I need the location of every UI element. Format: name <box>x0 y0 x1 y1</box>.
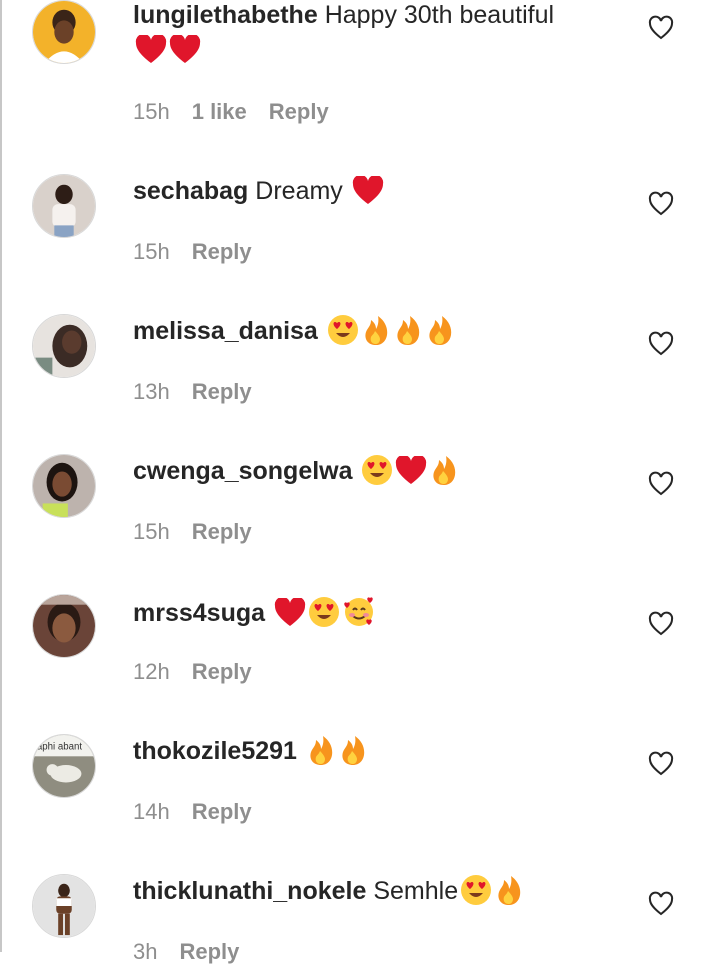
heart-outline-icon[interactable] <box>647 190 675 218</box>
red-heart-icon <box>352 176 384 206</box>
avatar[interactable] <box>32 454 96 518</box>
timestamp: 13h <box>133 379 170 404</box>
timestamp: 12h <box>133 659 170 684</box>
comment-meta: 14h Reply <box>133 799 274 825</box>
reply-button[interactable]: Reply <box>192 519 252 544</box>
reply-button[interactable]: Reply <box>192 799 252 824</box>
fire-emoji-icon <box>306 734 336 766</box>
comment-body: Semhle <box>373 877 459 905</box>
username[interactable]: cwenga_songelwa <box>133 457 353 485</box>
comment-meta: 15h 1 like Reply <box>133 99 351 125</box>
heart-eyes-emoji-icon <box>308 596 340 628</box>
fire-emoji-icon <box>338 734 368 766</box>
comment-text: cwenga_songelwa <box>133 454 633 489</box>
comment-text: thokozile5291 <box>133 734 633 769</box>
red-heart-icon <box>135 35 167 65</box>
comment-meta: 15h Reply <box>133 239 274 265</box>
comment-text: sechabag Dreamy <box>133 174 633 209</box>
red-heart-icon <box>169 35 201 65</box>
heart-outline-icon[interactable] <box>647 330 675 358</box>
username[interactable]: lungilethabethe <box>133 1 318 29</box>
fire-emoji-icon <box>494 874 524 906</box>
heart-outline-icon[interactable] <box>647 610 675 638</box>
timestamp: 15h <box>133 239 170 264</box>
heart-eyes-emoji-icon <box>327 314 359 346</box>
heart-outline-icon[interactable] <box>647 750 675 778</box>
fire-emoji-icon <box>361 314 391 346</box>
timestamp: 15h <box>133 519 170 544</box>
reply-button[interactable]: Reply <box>192 239 252 264</box>
comment-text: melissa_danisa <box>133 314 633 349</box>
comment-meta: 3h Reply <box>133 939 261 965</box>
heart-eyes-emoji-icon <box>460 874 492 906</box>
comment-text: thicklunathi_nokele Semhle <box>133 874 633 909</box>
comment-body: Dreamy <box>255 177 343 205</box>
comment-text: lungilethabethe Happy 30th beautiful <box>133 0 633 68</box>
comment-text: mrss4suga <box>133 594 633 631</box>
heart-outline-icon[interactable] <box>647 890 675 918</box>
username[interactable]: sechabag <box>133 177 248 205</box>
left-border <box>0 0 2 952</box>
avatar[interactable] <box>32 0 96 64</box>
reply-button[interactable]: Reply <box>192 659 252 684</box>
username[interactable]: thicklunathi_nokele <box>133 877 366 905</box>
avatar[interactable] <box>32 594 96 658</box>
avatar[interactable] <box>32 174 96 238</box>
heart-outline-icon[interactable] <box>647 14 675 42</box>
avatar-caption: aphi abant <box>37 742 82 753</box>
avatar[interactable]: aphi abant <box>32 734 96 798</box>
reply-button[interactable]: Reply <box>269 99 329 124</box>
red-heart-icon <box>274 598 306 628</box>
fire-emoji-icon <box>425 314 455 346</box>
avatar[interactable] <box>32 874 96 938</box>
fire-emoji-icon <box>393 314 423 346</box>
fire-emoji-icon <box>429 454 459 486</box>
comment-meta: 13h Reply <box>133 379 274 405</box>
comment-meta: 15h Reply <box>133 519 274 545</box>
red-heart-icon <box>395 456 427 486</box>
comment-meta: 12h Reply <box>133 659 274 685</box>
timestamp: 14h <box>133 799 170 824</box>
comment-body: Happy 30th beautiful <box>324 1 555 29</box>
like-count[interactable]: 1 like <box>192 99 247 124</box>
avatar[interactable] <box>32 314 96 378</box>
smiling-face-with-hearts-icon <box>342 594 376 628</box>
username[interactable]: mrss4suga <box>133 599 265 627</box>
username[interactable]: thokozile5291 <box>133 737 297 765</box>
username[interactable]: melissa_danisa <box>133 317 318 345</box>
reply-button[interactable]: Reply <box>192 379 252 404</box>
heart-outline-icon[interactable] <box>647 470 675 498</box>
heart-eyes-emoji-icon <box>361 454 393 486</box>
timestamp: 15h <box>133 99 170 124</box>
